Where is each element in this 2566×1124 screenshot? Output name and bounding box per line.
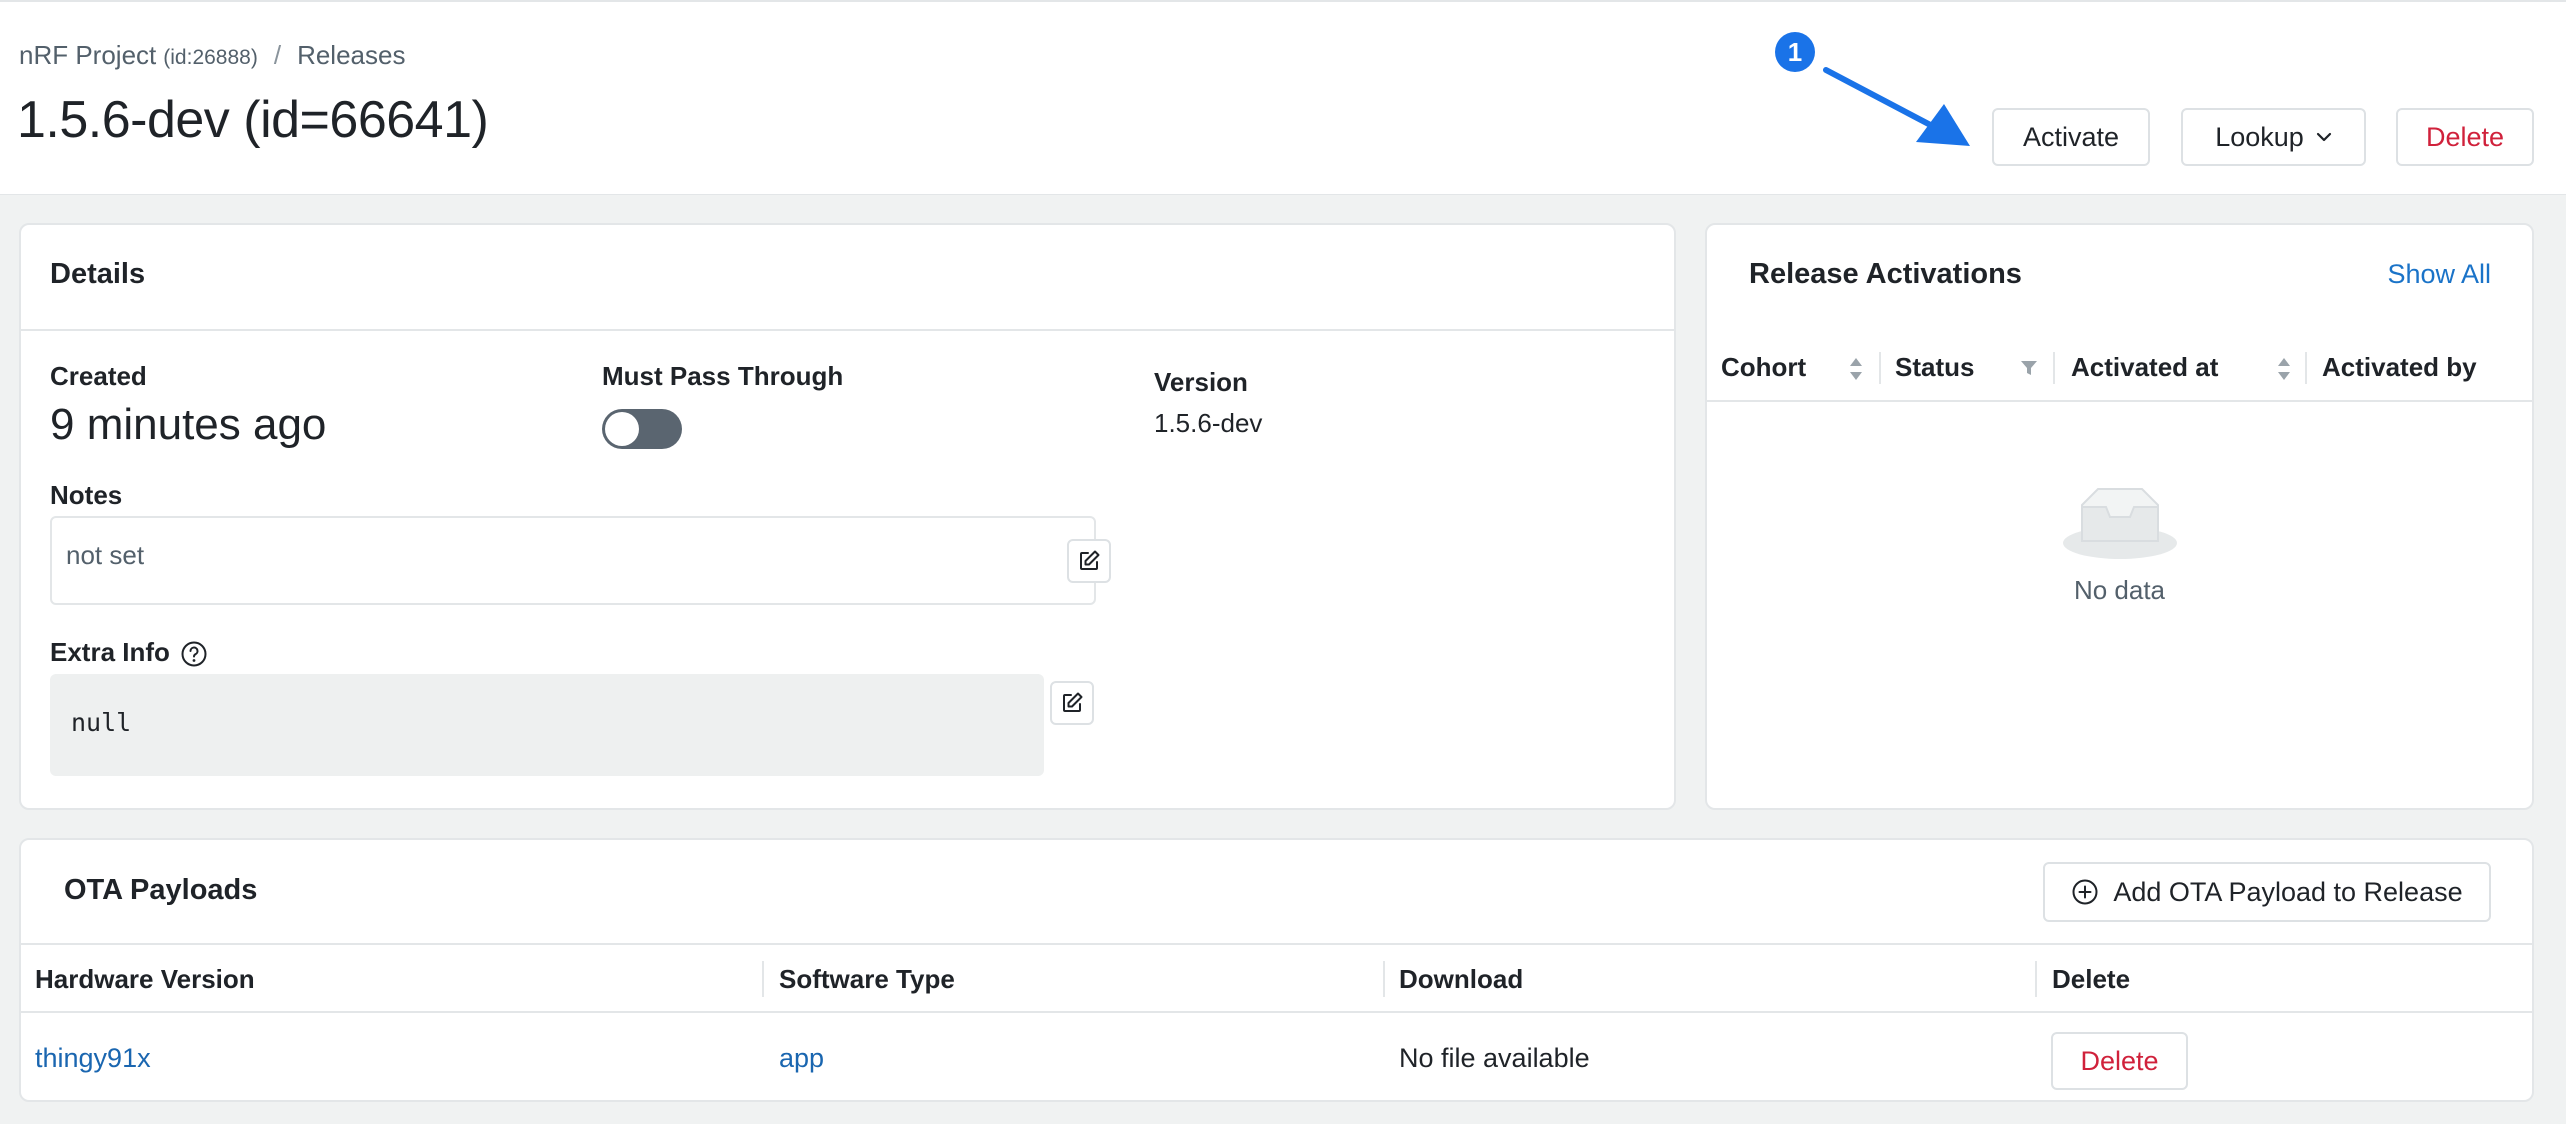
ota-title: OTA Payloads — [64, 874, 258, 906]
details-card: Details Created 9 minutes ago Must Pass … — [19, 223, 1676, 810]
column-delete: Delete — [2052, 963, 2131, 994]
lookup-button-label: Lookup — [2215, 121, 2304, 152]
must-pass-label: Must Pass Through — [602, 361, 844, 391]
annotation-badge: 1 — [1775, 32, 1815, 72]
delete-release-button[interactable]: Delete — [2396, 108, 2534, 166]
version-label: Version — [1154, 367, 1248, 397]
notes-field[interactable]: not set — [50, 516, 1111, 605]
delete-payload-label: Delete — [2080, 1045, 2159, 1076]
extra-info-value: null — [71, 708, 132, 737]
created-value: 9 minutes ago — [50, 400, 327, 449]
hardware-version-link[interactable]: thingy91x — [35, 1043, 151, 1074]
details-title: Details — [50, 258, 146, 290]
download-status: No file available — [1399, 1042, 1590, 1073]
ota-payloads-card: OTA Payloads Add OTA Payload to Release … — [19, 838, 2534, 1102]
activate-button[interactable]: Activate — [1992, 108, 2150, 166]
activations-title: Release Activations — [1749, 258, 2022, 290]
breadcrumb-separator: / — [273, 40, 282, 70]
edit-extra-info-button[interactable] — [1050, 681, 1094, 725]
release-activations-card: Release Activations Show All Cohort Stat… — [1705, 223, 2534, 810]
ota-table-header: Hardware Version Software Type Download … — [21, 943, 2532, 1013]
column-separator — [2305, 352, 2307, 384]
delete-button-label: Delete — [2425, 121, 2505, 152]
notes-label: Notes — [50, 480, 123, 510]
table-row: thingy91x app No file available Delete — [21, 1015, 2532, 1101]
lookup-dropdown-button[interactable]: Lookup — [2181, 108, 2366, 166]
toggle-knob — [605, 412, 639, 446]
notes-value: not set — [66, 540, 145, 570]
details-divider — [21, 329, 1674, 331]
show-all-link[interactable]: Show All — [2387, 259, 2491, 290]
column-software-type: Software Type — [779, 963, 955, 994]
add-ota-payload-button[interactable]: Add OTA Payload to Release — [2043, 862, 2491, 922]
breadcrumb-releases-link[interactable]: Releases — [297, 40, 405, 71]
filter-icon[interactable] — [2019, 358, 2039, 378]
page-header: nRF Project (id:26888) / Releases 1.5.6-d… — [0, 0, 2566, 195]
breadcrumb-project: nRF Project — [19, 40, 157, 70]
edit-icon — [1063, 692, 1083, 712]
column-download: Download — [1399, 963, 1524, 994]
edit-notes-button[interactable] — [1067, 539, 1111, 583]
column-activated-at[interactable]: Activated at — [2071, 334, 2218, 400]
column-cohort[interactable]: Cohort — [1721, 334, 1806, 400]
column-separator — [2053, 352, 2055, 384]
empty-state-text: No data — [2073, 575, 2166, 605]
must-pass-toggle[interactable] — [602, 409, 682, 449]
column-separator — [2035, 961, 2037, 997]
breadcrumb: nRF Project (id:26888) / Releases — [19, 40, 405, 71]
add-ota-payload-label: Add OTA Payload to Release — [2113, 876, 2463, 907]
annotation-arrow-icon — [1823, 67, 1970, 146]
column-separator — [1383, 961, 1385, 997]
software-type-link[interactable]: app — [779, 1043, 824, 1074]
breadcrumb-project-id: (id:26888) — [163, 46, 258, 69]
column-hardware-version: Hardware Version — [35, 963, 255, 994]
created-label: Created — [50, 361, 147, 391]
column-separator — [1879, 352, 1881, 384]
help-circle-icon[interactable] — [180, 640, 208, 668]
page-title: 1.5.6-dev (id=66641) — [17, 91, 489, 149]
plus-circle-icon — [2072, 879, 2098, 905]
delete-payload-button[interactable]: Delete — [2051, 1032, 2188, 1090]
empty-inbox-icon — [2063, 488, 2177, 559]
sort-icon[interactable] — [1847, 356, 1865, 382]
sort-icon[interactable] — [2275, 356, 2293, 382]
edit-icon — [1080, 550, 1100, 570]
column-status[interactable]: Status — [1895, 334, 1974, 400]
activate-button-label: Activate — [2022, 121, 2120, 152]
extra-info-label: Extra Info — [50, 637, 170, 667]
extra-info-code: null — [50, 674, 1044, 776]
activations-table-header: Cohort Status Activated at Activated by — [1707, 334, 2532, 402]
column-activated-by[interactable]: Activated by — [2322, 334, 2477, 400]
chevron-down-icon — [2316, 132, 2331, 142]
breadcrumb-project-link[interactable]: nRF Project (id:26888) — [19, 40, 258, 71]
column-separator — [762, 961, 764, 997]
version-value: 1.5.6-dev — [1154, 408, 1263, 438]
